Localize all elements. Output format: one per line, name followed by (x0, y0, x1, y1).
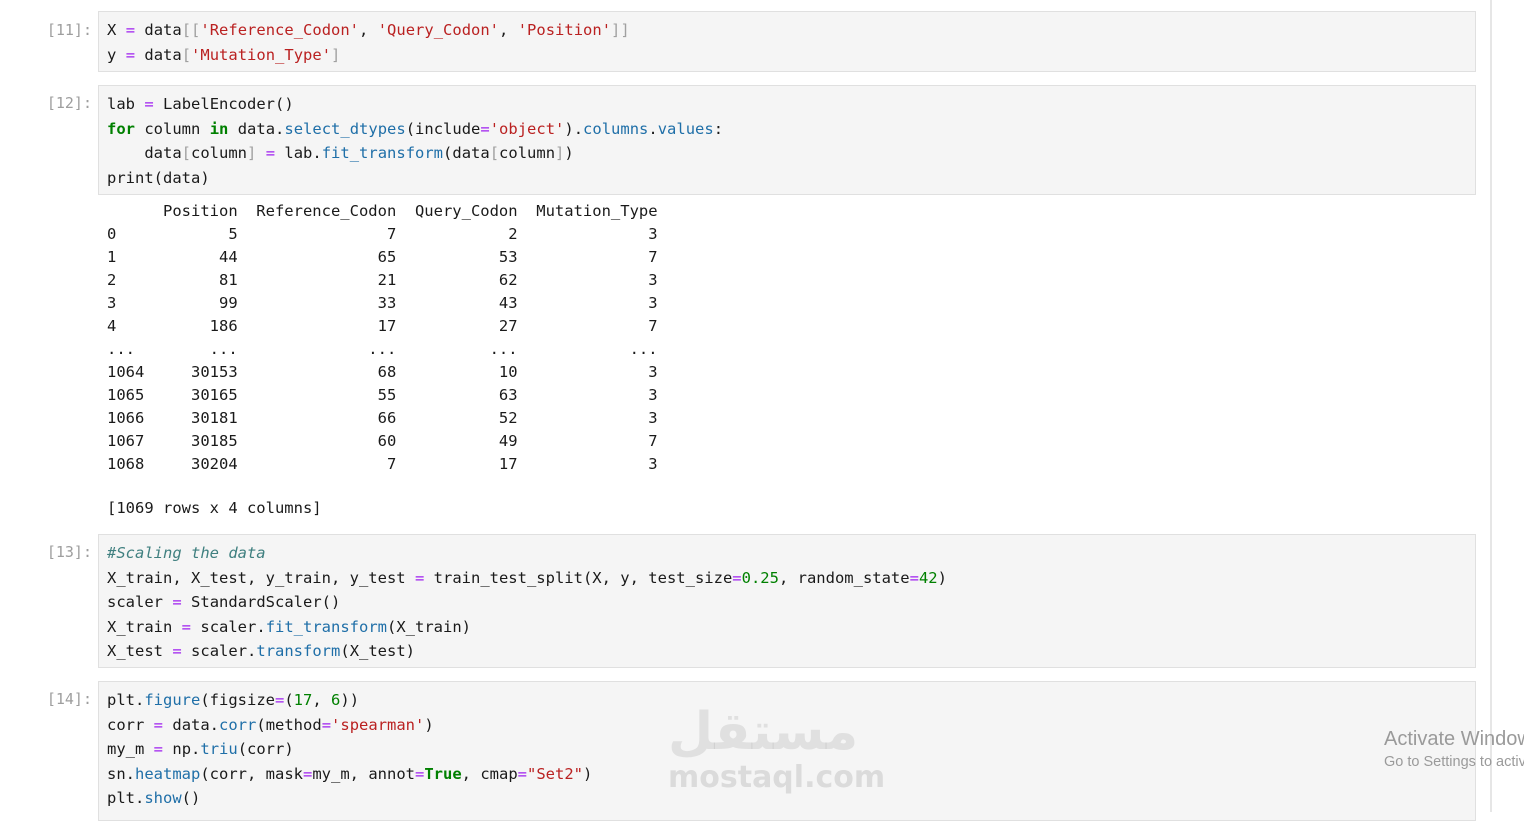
windows-activation-notice: Activate Windows Go to Settings to activ… (1384, 726, 1524, 772)
watermark-text: mostaql.com (668, 760, 886, 795)
cell-input[interactable]: #Scaling the data X_train, X_test, y_tra… (98, 534, 1476, 668)
code-cell-12[interactable]: [12]: lab = LabelEncoder() for column in… (0, 85, 1490, 525)
notebook: [11]: X = data[['Reference_Codon', 'Quer… (0, 0, 1490, 821)
watermark-logo: مستقل (668, 702, 859, 762)
code-cell-13[interactable]: [13]: #Scaling the data X_train, X_test,… (0, 534, 1490, 668)
output-table: Position Reference_Codon Query_Codon Mut… (107, 202, 658, 473)
cell-prompt: [13]: (46, 543, 92, 561)
right-gutter (1490, 0, 1524, 812)
cell-prompt: [12]: (46, 94, 92, 112)
code-text: #Scaling the data X_train, X_test, y_tra… (107, 544, 947, 660)
cell-input[interactable]: lab = LabelEncoder() for column in data.… (98, 85, 1476, 195)
activation-title: Activate Windows (1384, 728, 1524, 750)
code-text: X = data[['Reference_Codon', 'Query_Codo… (107, 21, 630, 64)
code-cell-11[interactable]: [11]: X = data[['Reference_Codon', 'Quer… (0, 11, 1490, 72)
code-text: plt.figure(figsize=(17, 6)) corr = data.… (107, 691, 593, 807)
activation-subtitle: Go to Settings to activate Windows. (1384, 754, 1524, 770)
cell-input[interactable]: X = data[['Reference_Codon', 'Query_Codo… (98, 11, 1476, 72)
cell-prompt: [14]: (46, 690, 92, 708)
output-summary: [1069 rows x 4 columns] (107, 499, 322, 517)
cell-prompt: [11]: (46, 21, 92, 39)
code-text: lab = LabelEncoder() for column in data.… (107, 95, 724, 187)
